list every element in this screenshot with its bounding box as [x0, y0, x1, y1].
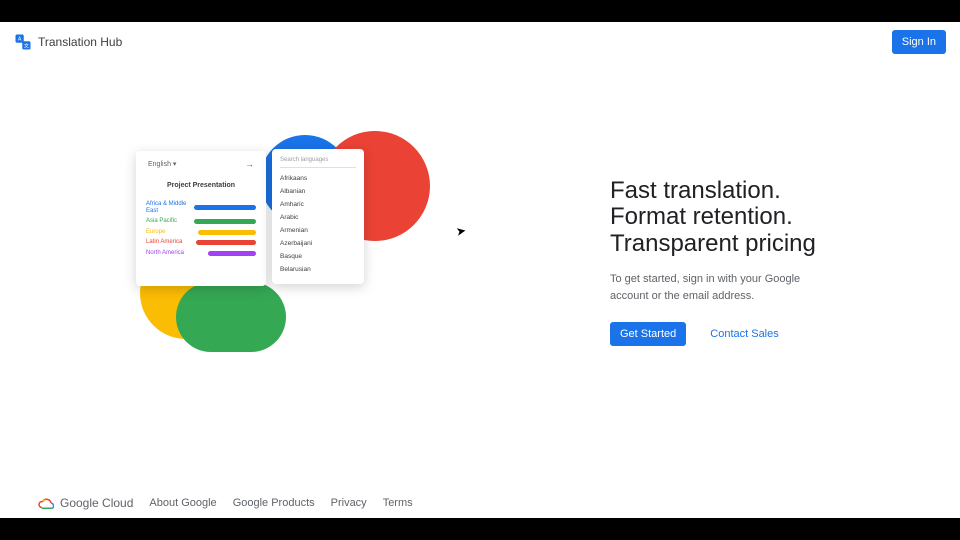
hero-illustration: English ▾ → Project Presentation Africa …: [120, 127, 490, 397]
brand: A 文 Translation Hub: [14, 33, 122, 51]
language-option: Amharic: [280, 198, 356, 211]
footer-brand-text: Google Cloud: [60, 496, 133, 510]
language-dropdown-card: Search languages AfrikaansAlbanianAmhari…: [272, 149, 364, 284]
footer: Google Cloud About Google Google Products…: [0, 496, 960, 510]
headline-line-2: Format retention.: [610, 203, 793, 230]
landing-page: A 文 Translation Hub Sign In English ▾: [0, 22, 960, 518]
footer-link[interactable]: Privacy: [331, 497, 367, 509]
document-rows: Africa & Middle East Asia Pacific Europe La…: [146, 201, 256, 257]
hero: English ▾ → Project Presentation Africa …: [0, 82, 960, 442]
app-title: Translation Hub: [38, 35, 122, 49]
source-language-value: English ▾: [148, 160, 176, 168]
preview-cards: English ▾ → Project Presentation Africa …: [136, 151, 364, 286]
chart-row: Asia Pacific: [146, 218, 256, 225]
get-started-button[interactable]: Get Started: [610, 322, 686, 346]
language-option: Armenian: [280, 224, 356, 237]
subheadline: To get started, sign in with your Google…: [610, 271, 840, 304]
language-options-list: AfrikaansAlbanianAmharicArabicArmenianAz…: [280, 172, 356, 276]
header: A 文 Translation Hub Sign In: [0, 22, 960, 62]
chart-row-bar: [194, 219, 256, 224]
language-option: Arabic: [280, 211, 356, 224]
chart-row-label: Africa & Middle East: [146, 201, 188, 214]
chart-row-label: Asia Pacific: [146, 218, 188, 225]
language-option: Azerbaijani: [280, 237, 356, 250]
footer-link[interactable]: Google Products: [233, 497, 315, 509]
source-language-row: English ▾ →: [146, 159, 256, 176]
chart-row-bar: [208, 251, 256, 256]
translate-arrow-icon: →: [245, 159, 254, 169]
footer-link[interactable]: Terms: [383, 497, 413, 509]
chevron-down-icon: ▾: [173, 161, 177, 168]
chart-row-bar: [198, 230, 256, 235]
footer-brand: Google Cloud: [36, 496, 133, 510]
sign-in-button[interactable]: Sign In: [892, 30, 946, 54]
chart-row-bar: [196, 240, 256, 245]
contact-sales-link[interactable]: Contact Sales: [700, 322, 788, 346]
hero-copy: Fast translation. Format retention. Tran…: [610, 178, 920, 346]
chart-row: North America: [146, 250, 256, 257]
decorative-pill-green: [176, 282, 286, 352]
chart-row: Latin America: [146, 239, 256, 246]
chart-row-label: Europe: [146, 229, 188, 236]
document-preview-card: English ▾ → Project Presentation Africa …: [136, 151, 266, 286]
headline-line-3: Transparent pricing: [610, 230, 816, 257]
chart-row-label: North America: [146, 250, 188, 257]
language-search-input: Search languages: [280, 155, 356, 168]
language-option: Belarusian: [280, 263, 356, 276]
language-option: Albanian: [280, 185, 356, 198]
headline-line-1: Fast translation.: [610, 177, 781, 204]
chart-row: Europe: [146, 229, 256, 236]
chart-row: Africa & Middle East: [146, 201, 256, 214]
letterbox-bottom: [0, 518, 960, 540]
headline: Fast translation. Format retention. Tran…: [610, 178, 920, 257]
document-title: Project Presentation: [146, 176, 256, 197]
hero-actions: Get Started Contact Sales: [610, 322, 920, 346]
svg-text:A: A: [18, 37, 22, 43]
chart-row-bar: [194, 205, 256, 210]
chart-row-label: Latin America: [146, 239, 188, 246]
language-option: Basque: [280, 250, 356, 263]
google-cloud-logo-icon: [36, 496, 54, 510]
letterbox-top: [0, 0, 960, 22]
language-option: Afrikaans: [280, 172, 356, 185]
translation-hub-logo-icon: A 文: [14, 33, 32, 51]
footer-links: About Google Google Products Privacy Terms: [149, 497, 412, 509]
footer-link[interactable]: About Google: [149, 497, 216, 509]
